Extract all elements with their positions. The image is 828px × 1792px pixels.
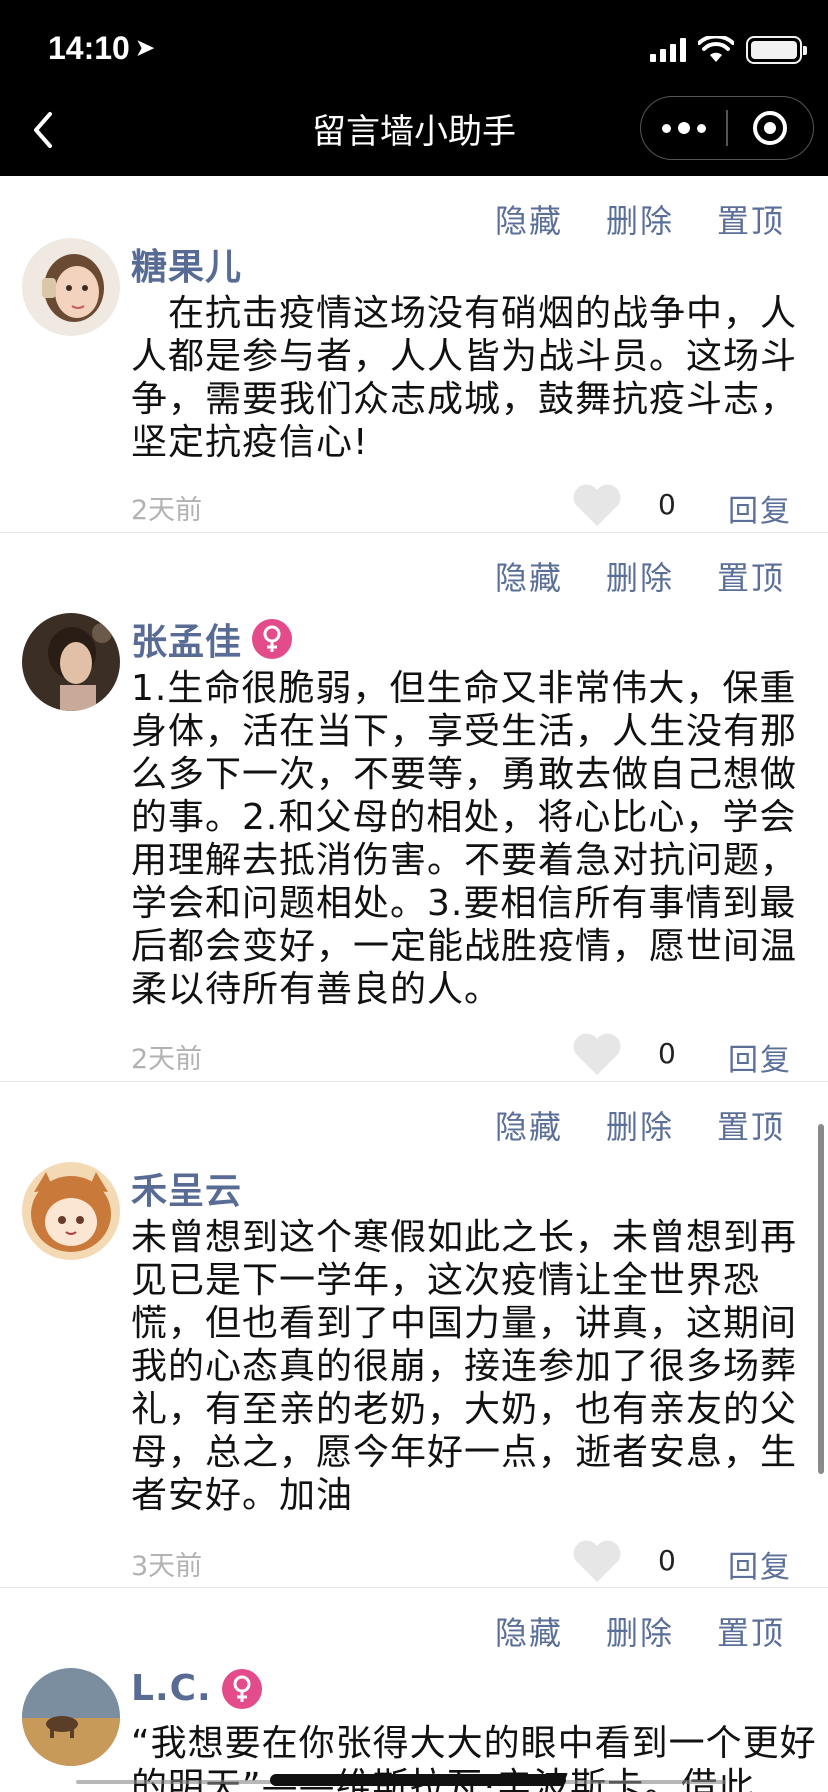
message-time: 2天前 [131,495,203,526]
pin-button[interactable]: 置顶 [717,1102,785,1148]
location-arrow-icon: ➤ [135,35,155,60]
hide-button[interactable]: 隐藏 [495,1608,563,1654]
status-time: 14:10 ➤ [48,30,154,67]
avatar[interactable] [22,1162,120,1260]
delete-button[interactable]: 删除 [606,1608,674,1654]
message-time: 3天前 [131,1551,203,1582]
reply-button[interactable]: 回复 [728,1542,792,1586]
message-actions: 隐藏 删除 置顶 [495,1102,828,1148]
delete-button[interactable]: 删除 [606,1102,674,1148]
pin-button[interactable]: 置顶 [717,196,785,242]
battery-icon [746,36,807,64]
home-indicator[interactable] [270,1774,566,1786]
message-actions: 隐藏 删除 置顶 [495,1608,828,1654]
message-content: 1.生命很脆弱，但生命又非常伟大，保重身体，活在当下，享受生活，人生没有那么多下… [131,668,798,1010]
delete-button[interactable]: 删除 [606,553,674,599]
message-item: 隐藏 删除 置顶 禾呈云 未曾想到这个寒假如此之长，未曾想到再见已是下一学年，这… [0,1082,828,1588]
status-icons [650,34,807,66]
message-actions: 隐藏 删除 置顶 [495,196,828,242]
avatar[interactable] [22,613,120,711]
message-content: 未曾想到这个寒假如此之长，未曾想到再见已是下一学年，这次疫情让全世界恐慌，但也看… [131,1217,798,1516]
target-circle-icon[interactable] [728,97,813,159]
like-count: 0 [658,1544,676,1577]
author-row: 禾呈云 [131,1162,242,1214]
reply-button[interactable]: 回复 [728,1035,792,1079]
female-icon [252,619,293,659]
author-name[interactable]: L.C. [131,1668,212,1709]
like-count: 0 [658,1037,676,1070]
message-time: 2天前 [131,1044,203,1075]
author-row: 糖果儿 [131,238,242,290]
message-item: 隐藏 删除 置顶 张孟佳 1.生命很脆弱，但生命又非常伟大，保重身体，活在当下，… [0,533,828,1082]
hide-button[interactable]: 隐藏 [495,553,563,599]
message-content: 在抗击疫情这场没有硝烟的战争中，人人都是参与者，人人皆为战斗员。这场斗争，需要我… [131,293,798,463]
wifi-icon [698,36,734,62]
top-bar: 14:10 ➤ 留言墙小助手 [0,0,828,176]
author-row: L.C. [131,1668,262,1709]
avatar[interactable] [22,1668,120,1766]
heart-icon[interactable] [570,482,624,528]
scrollbar[interactable] [818,1124,824,1474]
more-dots-icon[interactable] [641,97,726,159]
menu-capsule [640,96,814,160]
status-time-text: 14:10 [48,30,130,66]
message-item: 隐藏 删除 置顶 L.C. “我想要在你张得大大的眼中看到一个更好的明天”——维… [0,1588,828,1792]
message-item: 隐藏 删除 置顶 糖果儿 在抗击疫情这场没有硝烟的战争中，人人都是参与者，人人皆… [0,176,828,533]
female-icon [221,1668,262,1709]
hide-button[interactable]: 隐藏 [495,196,563,242]
hide-button[interactable]: 隐藏 [495,1102,563,1148]
author-name[interactable]: 张孟佳 [131,613,242,665]
pin-button[interactable]: 置顶 [717,553,785,599]
heart-icon[interactable] [570,1538,624,1584]
heart-icon[interactable] [570,1031,624,1077]
author-row: 张孟佳 [131,613,293,665]
like-count: 0 [658,488,676,521]
message-actions: 隐藏 删除 置顶 [495,553,828,599]
delete-button[interactable]: 删除 [606,196,674,242]
reply-button[interactable]: 回复 [728,486,792,530]
author-name[interactable]: 禾呈云 [131,1162,242,1214]
pin-button[interactable]: 置顶 [717,1608,785,1654]
author-name[interactable]: 糖果儿 [131,238,242,290]
avatar[interactable] [22,238,120,336]
cellular-signal-icon [650,38,686,62]
